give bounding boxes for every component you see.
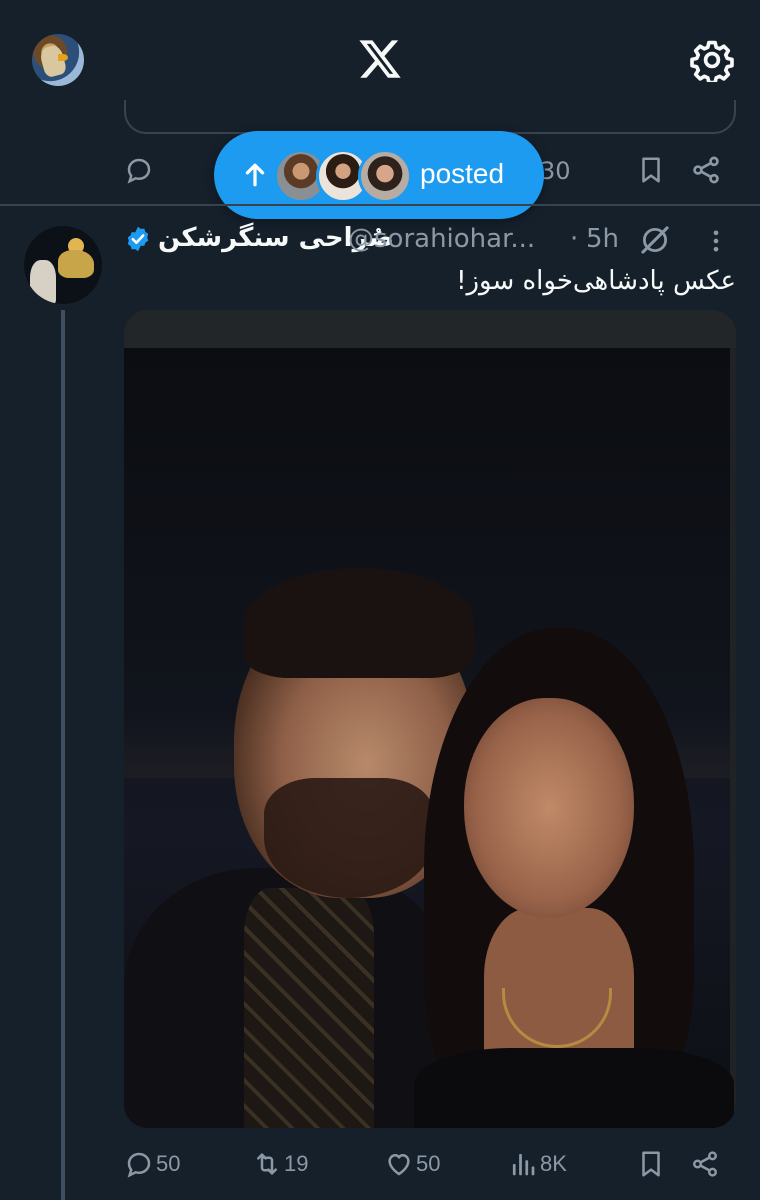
arrow-up-icon (245, 163, 265, 187)
photo-man-beard (264, 778, 434, 898)
grok-icon[interactable] (638, 223, 672, 257)
photo-man-hair (244, 568, 474, 678)
reply-icon (127, 1152, 151, 1178)
retweet-count: 19 (284, 1151, 309, 1176)
tweet-timestamp[interactable]: 5h (586, 224, 619, 254)
meta-separator: · (570, 224, 579, 254)
retweet-icon (257, 1153, 277, 1175)
like-count: 50 (416, 1151, 441, 1176)
photo-top-band (124, 310, 736, 348)
views-button[interactable]: 8K (508, 1140, 567, 1188)
tweet-actions: 50 19 50 8K (0, 1140, 760, 1190)
lion-emblem (58, 250, 94, 278)
views-count: 8K (540, 1151, 567, 1176)
reply-icon[interactable] (124, 155, 154, 185)
share-icon[interactable] (690, 154, 722, 186)
avatar-figure (30, 260, 56, 304)
reply-count: 50 (156, 1151, 181, 1176)
profile-avatar[interactable] (32, 34, 84, 86)
retweet-button[interactable]: 19 (252, 1140, 308, 1188)
author-avatar[interactable] (24, 226, 102, 304)
tweet-header: صُراحی سنگرشکن @sorahiohar... · 5h (124, 223, 744, 259)
heart-icon (388, 1154, 410, 1176)
bookmark-icon (642, 1151, 660, 1177)
bookmark-button[interactable] (636, 1140, 668, 1188)
reply-button[interactable]: 50 (124, 1140, 180, 1188)
verified-badge-icon[interactable] (124, 225, 152, 253)
photo-man-shirt (244, 888, 374, 1128)
poster-avatar (358, 149, 412, 203)
photo-woman-dress (414, 1048, 734, 1128)
author-handle[interactable]: @sorahiohar... (348, 224, 535, 254)
photo-woman-face (464, 698, 634, 918)
gear-icon[interactable] (690, 38, 734, 82)
share-icon (693, 1151, 717, 1177)
bookmark-icon[interactable] (636, 154, 666, 186)
tweet-photo[interactable] (124, 310, 736, 1128)
more-options-icon[interactable] (710, 227, 722, 255)
previous-tweet-card-edge (124, 100, 736, 134)
like-button[interactable]: 50 (384, 1140, 440, 1188)
tweet-divider (0, 204, 760, 206)
new-posts-label: posted (420, 158, 505, 189)
photo-night-sky (124, 348, 734, 1128)
x-logo-icon[interactable] (357, 36, 403, 82)
eagle-icon (38, 43, 68, 79)
thread-line (61, 310, 65, 1200)
tweet-text: عکس پادشاهی‌خواه سوز! (456, 266, 736, 296)
views-chart-icon (512, 1153, 535, 1176)
eagle-beak (58, 54, 68, 61)
share-button[interactable] (690, 1140, 722, 1188)
previous-views-count: 30 (540, 157, 571, 185)
